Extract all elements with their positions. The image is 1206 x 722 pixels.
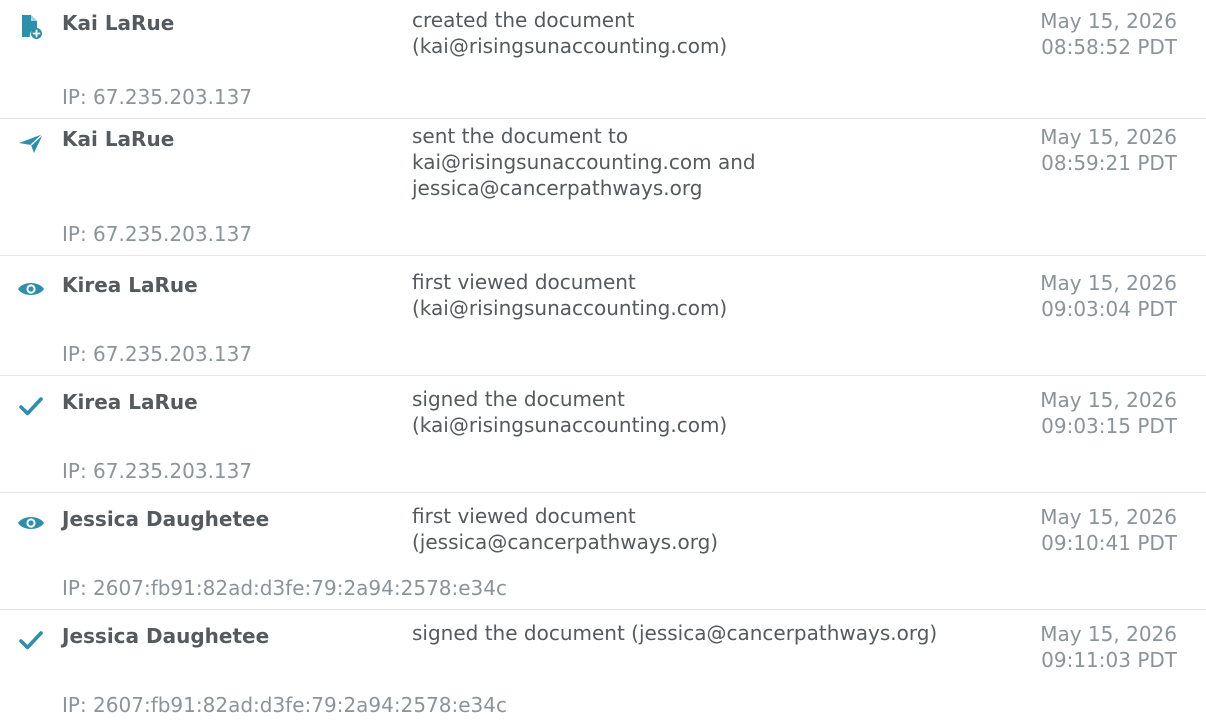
event-date: May 15, 2026 (1040, 388, 1177, 412)
event-timestamp: May 15, 2026 08:59:21 PDT (1000, 124, 1177, 176)
event-date: May 15, 2026 (1040, 271, 1177, 295)
event-time: 09:03:15 PDT (1041, 414, 1177, 438)
actor-name: Jessica Daughetee (62, 507, 270, 531)
actor-name: Kirea LaRue (62, 273, 198, 297)
event-description-line: signed the document (412, 387, 625, 411)
ip-address: IP: 2607:fb91:82ad:d3fe:79:2a94:2578:e34… (62, 693, 507, 717)
event-time: 09:11:03 PDT (1041, 648, 1177, 672)
actor-name: Kirea LaRue (62, 390, 198, 414)
event-date: May 15, 2026 (1040, 125, 1177, 149)
document-created-icon (16, 12, 46, 42)
ip-address: IP: 67.235.203.137 (62, 222, 253, 246)
audit-trail-list: Kai LaRue created the document (kai@rising… (0, 0, 1206, 722)
ip-address: IP: 67.235.203.137 (62, 459, 253, 483)
event-description-line: (kai@risingsunaccounting.com) (412, 296, 728, 320)
actor-name: Kai LaRue (62, 127, 175, 151)
event-description: signed the document (kai@risingsunaccount… (412, 386, 1012, 438)
event-description-line: first viewed document (412, 504, 636, 528)
event-description-line: signed the document (jessica@cancerpathw… (412, 621, 938, 645)
event-description-line: (kai@risingsunaccounting.com) (412, 413, 728, 437)
row-divider (0, 492, 1206, 493)
ip-address: IP: 67.235.203.137 (62, 85, 253, 109)
row-divider (0, 375, 1206, 376)
paper-plane-icon (16, 128, 46, 158)
event-timestamp: May 15, 2026 09:10:41 PDT (1000, 504, 1177, 556)
event-date: May 15, 2026 (1040, 505, 1177, 529)
event-description: created the document (kai@risingsunaccoun… (412, 7, 1012, 59)
event-description-line: (jessica@cancerpathways.org) (412, 530, 719, 554)
event-description-line: first viewed document (412, 270, 636, 294)
event-description: first viewed document (kai@risingsunaccou… (412, 269, 1012, 321)
event-description-line: created the document (412, 8, 635, 32)
row-divider (0, 118, 1206, 119)
event-description-line: (kai@risingsunaccounting.com) (412, 34, 728, 58)
event-description: sent the document to kai@risingsunaccount… (412, 123, 1012, 201)
checkmark-icon (16, 625, 46, 655)
eye-icon (16, 508, 46, 538)
row-divider (0, 255, 1206, 256)
event-time: 08:58:52 PDT (1041, 35, 1177, 59)
ip-address: IP: 67.235.203.137 (62, 342, 253, 366)
eye-icon (16, 274, 46, 304)
event-description-line: kai@risingsunaccounting.com and (412, 150, 756, 174)
event-description-line: sent the document to (412, 124, 629, 148)
event-description: signed the document (jessica@cancerpathw… (412, 620, 1012, 646)
row-divider (0, 609, 1206, 610)
event-time: 08:59:21 PDT (1041, 151, 1177, 175)
event-time: 09:03:04 PDT (1041, 297, 1177, 321)
actor-name: Jessica Daughetee (62, 624, 270, 648)
event-timestamp: May 15, 2026 09:03:04 PDT (1000, 270, 1177, 322)
event-timestamp: May 15, 2026 08:58:52 PDT (1000, 8, 1177, 60)
actor-name: Kai LaRue (62, 11, 175, 35)
ip-address: IP: 2607:fb91:82ad:d3fe:79:2a94:2578:e34… (62, 576, 507, 600)
event-description-line: jessica@cancerpathways.org (412, 176, 703, 200)
event-timestamp: May 15, 2026 09:11:03 PDT (1000, 621, 1177, 673)
event-time: 09:10:41 PDT (1041, 531, 1177, 555)
checkmark-icon (16, 391, 46, 421)
event-timestamp: May 15, 2026 09:03:15 PDT (1000, 387, 1177, 439)
event-date: May 15, 2026 (1040, 622, 1177, 646)
event-date: May 15, 2026 (1040, 9, 1177, 33)
event-description: first viewed document (jessica@cancerpath… (412, 503, 1012, 555)
